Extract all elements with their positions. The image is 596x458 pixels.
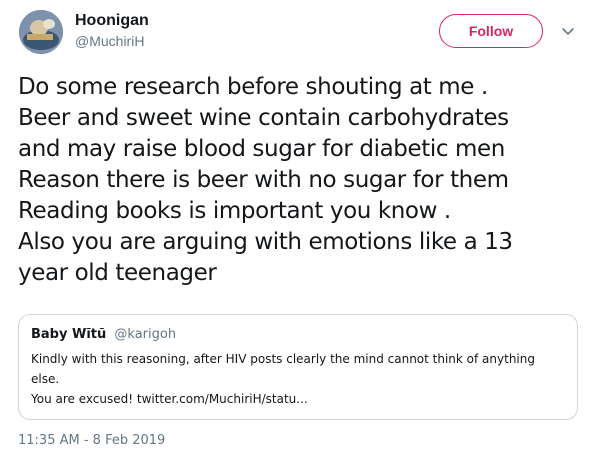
quoted-user-handle: @karigoh bbox=[114, 327, 177, 342]
quoted-tweet-text: Kindly with this reasoning, after HIV po… bbox=[31, 349, 571, 409]
tweet-card: Hoonigan @MuchiriH Follow Do some resear… bbox=[0, 0, 596, 458]
tweet-timestamp[interactable]: 11:35 AM - 8 Feb 2019 bbox=[18, 433, 165, 448]
tweet-text-line: and may raise blood sugar for diabetic m… bbox=[18, 136, 505, 162]
user-display-name[interactable]: Hoonigan bbox=[75, 12, 149, 30]
tweet-text-line: year old teenager bbox=[18, 260, 217, 286]
user-handle[interactable]: @MuchiriH bbox=[75, 33, 144, 49]
quoted-text-line: You are excused! twitter.com/MuchiriH/st… bbox=[31, 392, 308, 406]
tweet-text: Do some research before shouting at me .… bbox=[18, 72, 588, 289]
profile-avatar[interactable] bbox=[19, 10, 63, 54]
tweet-text-line: Beer and sweet wine contain carbohydrate… bbox=[18, 105, 509, 131]
tweet-text-line: Do some research before shouting at me . bbox=[18, 74, 488, 100]
quoted-text-line: else. bbox=[31, 372, 60, 386]
quoted-text-line: Kindly with this reasoning, after HIV po… bbox=[31, 352, 535, 366]
quoted-user-name: Baby Wĩtũ bbox=[31, 327, 107, 342]
tweet-text-line: Also you are arguing with emotions like … bbox=[18, 229, 513, 255]
tweet-text-line: Reason there is beer with no sugar for t… bbox=[18, 167, 509, 193]
quoted-tweet-card[interactable]: Baby Wĩtũ @karigoh Kindly with this reas… bbox=[18, 314, 578, 420]
quoted-tweet-header: Baby Wĩtũ @karigoh bbox=[31, 327, 176, 342]
chevron-down-icon[interactable] bbox=[561, 24, 575, 38]
tweet-text-line: Reading books is important you know . bbox=[18, 198, 451, 224]
avatar-image bbox=[19, 10, 63, 54]
follow-button[interactable]: Follow bbox=[439, 14, 543, 48]
